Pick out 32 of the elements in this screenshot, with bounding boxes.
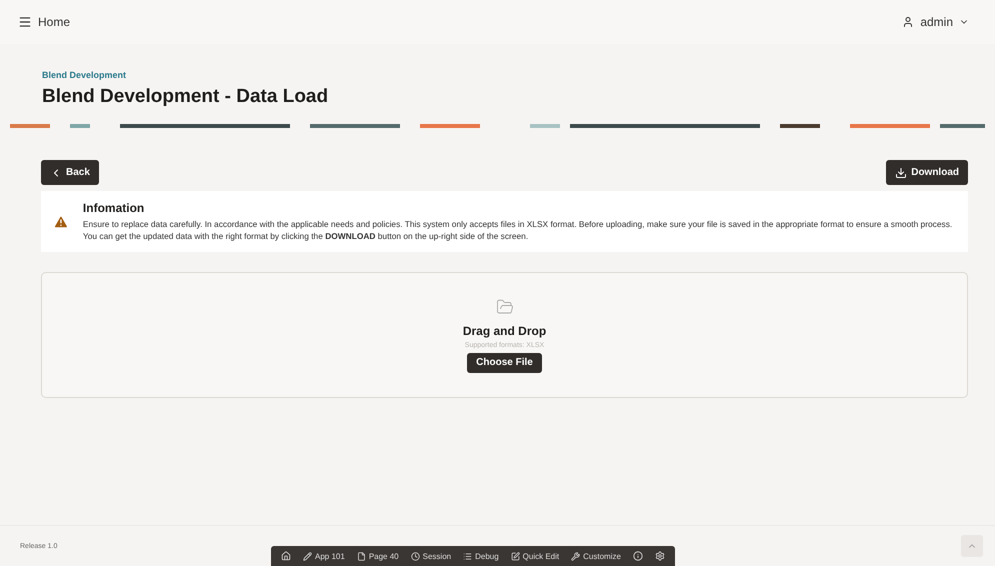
wrench-icon: [571, 552, 580, 560]
settings-button[interactable]: [654, 551, 665, 561]
toolbar-button[interactable]: App 101: [303, 552, 345, 560]
page-title: Blend Development - Data Load: [42, 86, 330, 108]
toolbar-button[interactable]: Page 40: [356, 552, 399, 560]
toolbar-button[interactable]: Session: [410, 552, 452, 560]
user-menu[interactable]: admin: [900, 13, 971, 31]
info-button[interactable]: [632, 551, 643, 561]
info-icon: [632, 551, 643, 561]
home-button[interactable]: [281, 551, 291, 561]
toolbar-button[interactable]: Customize: [571, 552, 621, 560]
settings-icon: [654, 551, 665, 561]
download-button[interactable]: Download: [886, 160, 968, 185]
back-button[interactable]: Back: [41, 160, 99, 185]
toolbar-button[interactable]: Debug: [463, 552, 499, 560]
clock-icon: [410, 552, 420, 560]
toolbar-button[interactable]: Quick Edit: [510, 552, 560, 560]
home-icon: [281, 551, 291, 561]
dropzone-title: Drag and Drop: [462, 324, 546, 338]
breadcrumb-link[interactable]: Blend Development: [42, 70, 953, 80]
alert-text: Ensure to replace data carefully. In accordance with the applicable needs and policies. This system only accepts files in XLSX format. Before uploading, make sure your file is saved in the appropriate format to ensure a smooth process. You can get the updated data with the right format by clicking the DOWNLOAD button on the up-right side of the screen.: [82, 218, 954, 242]
page-icon: [356, 552, 366, 560]
download-icon: [895, 166, 908, 178]
pencil-icon: [303, 552, 312, 560]
edit-icon: [510, 552, 520, 560]
alert-title: Infomation: [82, 201, 146, 215]
folder-icon: [496, 298, 514, 316]
menu-button[interactable]: Home: [16, 13, 72, 31]
list-icon: [463, 552, 472, 560]
choose-file-button[interactable]: Choose File: [467, 352, 542, 373]
user-icon: [902, 16, 914, 28]
menu-icon: [18, 15, 32, 29]
